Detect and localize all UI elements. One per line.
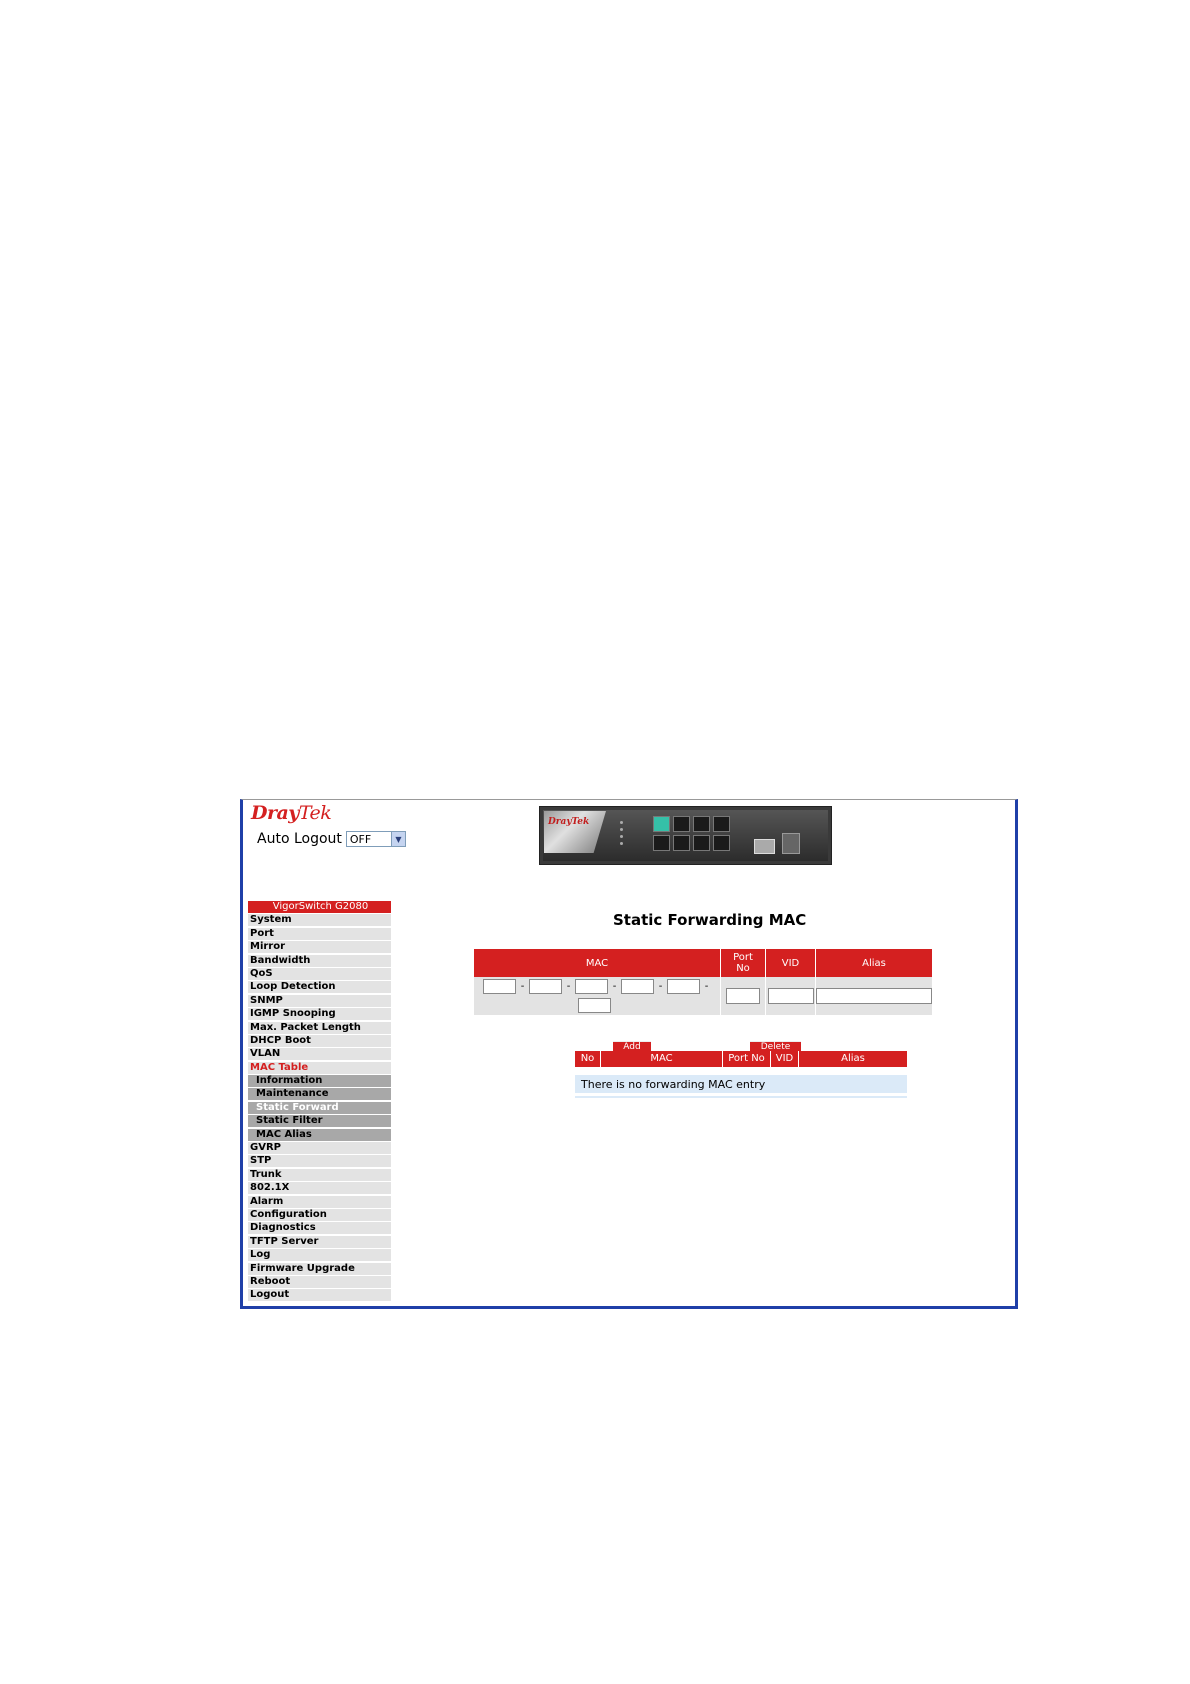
list-header: No MAC Port No VID Alias	[575, 1051, 907, 1067]
mac-octet-2-input[interactable]	[529, 979, 562, 994]
device-brand-text: DrayTek	[548, 817, 590, 827]
sidebar-menu: VigorSwitch G2080 System Port Mirror Ban…	[248, 901, 391, 1303]
menu-item-reboot[interactable]: Reboot	[248, 1275, 391, 1288]
port-1	[653, 816, 670, 832]
menu-item-trunk[interactable]: Trunk	[248, 1168, 391, 1181]
col-header-vid: VID	[765, 949, 816, 977]
list-empty-message: There is no forwarding MAC entry	[575, 1075, 907, 1094]
port-8	[713, 835, 730, 851]
menu-item-max-packet-length[interactable]: Max. Packet Length	[248, 1021, 391, 1034]
port-6	[693, 835, 710, 851]
device-combo-port	[782, 833, 800, 854]
vid-input[interactable]	[767, 988, 814, 1004]
menu-item-stp[interactable]: STP	[248, 1155, 391, 1168]
browser-frame: DrayTek Auto Logout OFF ▼ DrayTek VigorS…	[240, 799, 1018, 1309]
menu-item-8021x[interactable]: 802.1X	[248, 1182, 391, 1195]
port-7	[713, 816, 730, 832]
logo-text-tek: Tek	[298, 802, 332, 824]
chevron-down-icon[interactable]: ▼	[390, 832, 405, 846]
col-header-port-line2: No	[736, 963, 750, 974]
menu-item-system[interactable]: System	[248, 914, 391, 927]
mac-octet-3-input[interactable]	[575, 979, 608, 994]
menu-item-diagnostics[interactable]: Diagnostics	[248, 1222, 391, 1235]
col-header-port-line1: Port	[733, 952, 753, 963]
submenu-item-static-filter[interactable]: Static Filter	[248, 1115, 391, 1128]
list-col-alias: Alias	[841, 1053, 865, 1064]
col-header-port-no: Port No	[720, 949, 766, 977]
menu-item-gvrp[interactable]: GVRP	[248, 1142, 391, 1155]
menu-item-firmware-upgrade[interactable]: Firmware Upgrade	[248, 1262, 391, 1275]
draytek-logo: DrayTek	[251, 802, 332, 824]
static-forward-entry-table: MAC Port No VID Alias - - - - -	[474, 949, 932, 1015]
list-col-port-no: Port No	[723, 1051, 771, 1067]
mac-octet-4-input[interactable]	[621, 979, 654, 994]
port-2	[653, 835, 670, 851]
port-no-input[interactable]	[726, 988, 760, 1004]
menu-item-loop-detection[interactable]: Loop Detection	[248, 981, 391, 994]
menu-item-logout[interactable]: Logout	[248, 1289, 391, 1302]
alias-cell	[815, 977, 932, 1015]
device-sfp-port	[754, 839, 775, 854]
menu-title: VigorSwitch G2080	[248, 901, 391, 913]
switch-device-image: DrayTek	[539, 806, 832, 865]
mac-octet-6-input[interactable]	[578, 998, 611, 1013]
auto-logout-value: OFF	[349, 832, 372, 846]
submenu-item-mac-alias[interactable]: MAC Alias	[248, 1128, 391, 1141]
menu-item-mac-table[interactable]: MAC Table	[248, 1061, 391, 1074]
alias-input[interactable]	[816, 988, 932, 1004]
submenu-item-static-forward[interactable]: Static Forward	[248, 1101, 391, 1114]
menu-item-qos[interactable]: QoS	[248, 967, 391, 980]
menu-item-snmp[interactable]: SNMP	[248, 994, 391, 1007]
menu-item-log[interactable]: Log	[248, 1249, 391, 1262]
port-no-cell	[720, 977, 766, 1015]
col-header-mac: MAC	[474, 949, 721, 977]
list-col-no: No	[575, 1051, 601, 1067]
menu-item-alarm[interactable]: Alarm	[248, 1195, 391, 1208]
submenu-item-information[interactable]: Information	[248, 1075, 391, 1088]
mac-input-cell: - - - - -	[474, 977, 721, 1015]
menu-item-bandwidth[interactable]: Bandwidth	[248, 954, 391, 967]
mac-octet-5-input[interactable]	[667, 979, 700, 994]
menu-item-mirror[interactable]: Mirror	[248, 941, 391, 954]
logo-text-main: Dray	[251, 802, 299, 824]
vid-cell	[765, 977, 816, 1015]
port-3	[673, 816, 690, 832]
list-col-vid: VID	[771, 1051, 799, 1067]
port-5	[693, 816, 710, 832]
page-title: Static Forwarding MAC	[613, 911, 807, 929]
list-col-mac: MAC	[601, 1051, 723, 1067]
auto-logout-select[interactable]: OFF ▼	[345, 831, 406, 847]
menu-item-port[interactable]: Port	[248, 927, 391, 940]
menu-item-igmp-snooping[interactable]: IGMP Snooping	[248, 1008, 391, 1021]
list-footer-line	[575, 1096, 907, 1098]
col-header-alias: Alias	[815, 949, 932, 977]
menu-item-dhcp-boot[interactable]: DHCP Boot	[248, 1034, 391, 1047]
mac-input-group: - - - - -	[474, 979, 713, 1013]
port-4	[673, 835, 690, 851]
menu-item-configuration[interactable]: Configuration	[248, 1208, 391, 1221]
menu-item-tftp-server[interactable]: TFTP Server	[248, 1235, 391, 1248]
device-leds	[620, 821, 640, 849]
submenu-item-maintenance[interactable]: Maintenance	[248, 1088, 391, 1101]
auto-logout-label: Auto Logout	[257, 831, 342, 847]
mac-octet-1-input[interactable]	[483, 979, 516, 994]
auto-logout-row: Auto Logout OFF ▼	[257, 831, 406, 847]
menu-item-vlan[interactable]: VLAN	[248, 1048, 391, 1061]
device-ports	[653, 816, 730, 851]
